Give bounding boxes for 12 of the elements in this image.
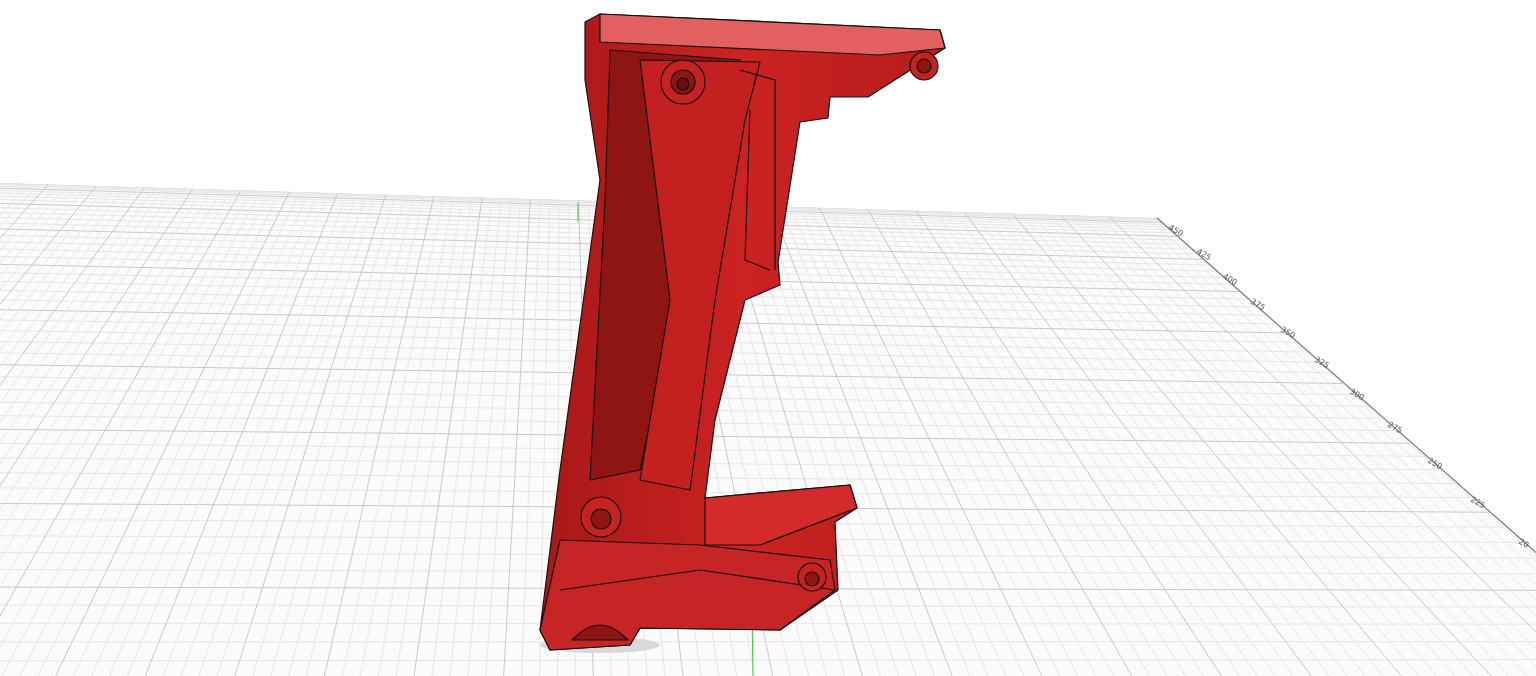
grid-label: 425	[1195, 246, 1213, 263]
grid-label: 20	[1517, 536, 1531, 550]
grid-label: 225	[1469, 494, 1487, 511]
grid-label: 450	[1167, 222, 1185, 239]
grid-label: 400	[1221, 271, 1239, 288]
grid-label: 275	[1386, 419, 1404, 436]
grid-label: 375	[1249, 296, 1267, 313]
axis-line	[577, 202, 579, 223]
grid-label: 325	[1313, 354, 1331, 371]
grid-label: 350	[1279, 324, 1297, 341]
grid-label: 250	[1426, 455, 1444, 472]
grid-label: 300	[1348, 386, 1366, 403]
